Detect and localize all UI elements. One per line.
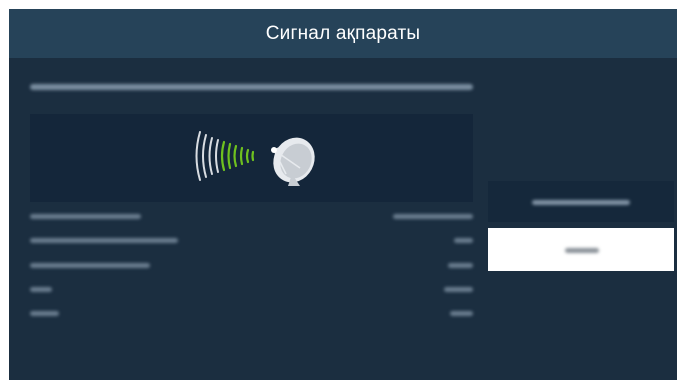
signal-info-dialog: Сигнал ақпараты: [9, 9, 677, 380]
info-label-5: [30, 311, 59, 316]
dialog-title: Сигнал ақпараты: [265, 22, 421, 44]
secondary-button-label-blurred: [532, 200, 630, 205]
satellite-dish-icon: [271, 137, 315, 186]
info-label-1: [30, 214, 141, 219]
info-value-3: [448, 263, 473, 268]
info-label-4: [30, 287, 52, 292]
info-label-2: [30, 238, 178, 243]
signal-waves-icon: [195, 131, 255, 181]
info-value-5: [450, 311, 473, 316]
description-text-blurred: [30, 84, 473, 90]
close-button-focused[interactable]: [488, 228, 674, 271]
info-value-4: [444, 287, 473, 292]
close-button-label-blurred: [565, 248, 599, 253]
signal-illustration: [30, 114, 473, 202]
info-value-1: [393, 214, 473, 219]
info-label-3: [30, 263, 150, 268]
dialog-header: Сигнал ақпараты: [9, 9, 677, 58]
info-value-2: [454, 238, 473, 243]
signal-strength-graphic: [195, 131, 315, 186]
secondary-button[interactable]: [488, 181, 674, 222]
